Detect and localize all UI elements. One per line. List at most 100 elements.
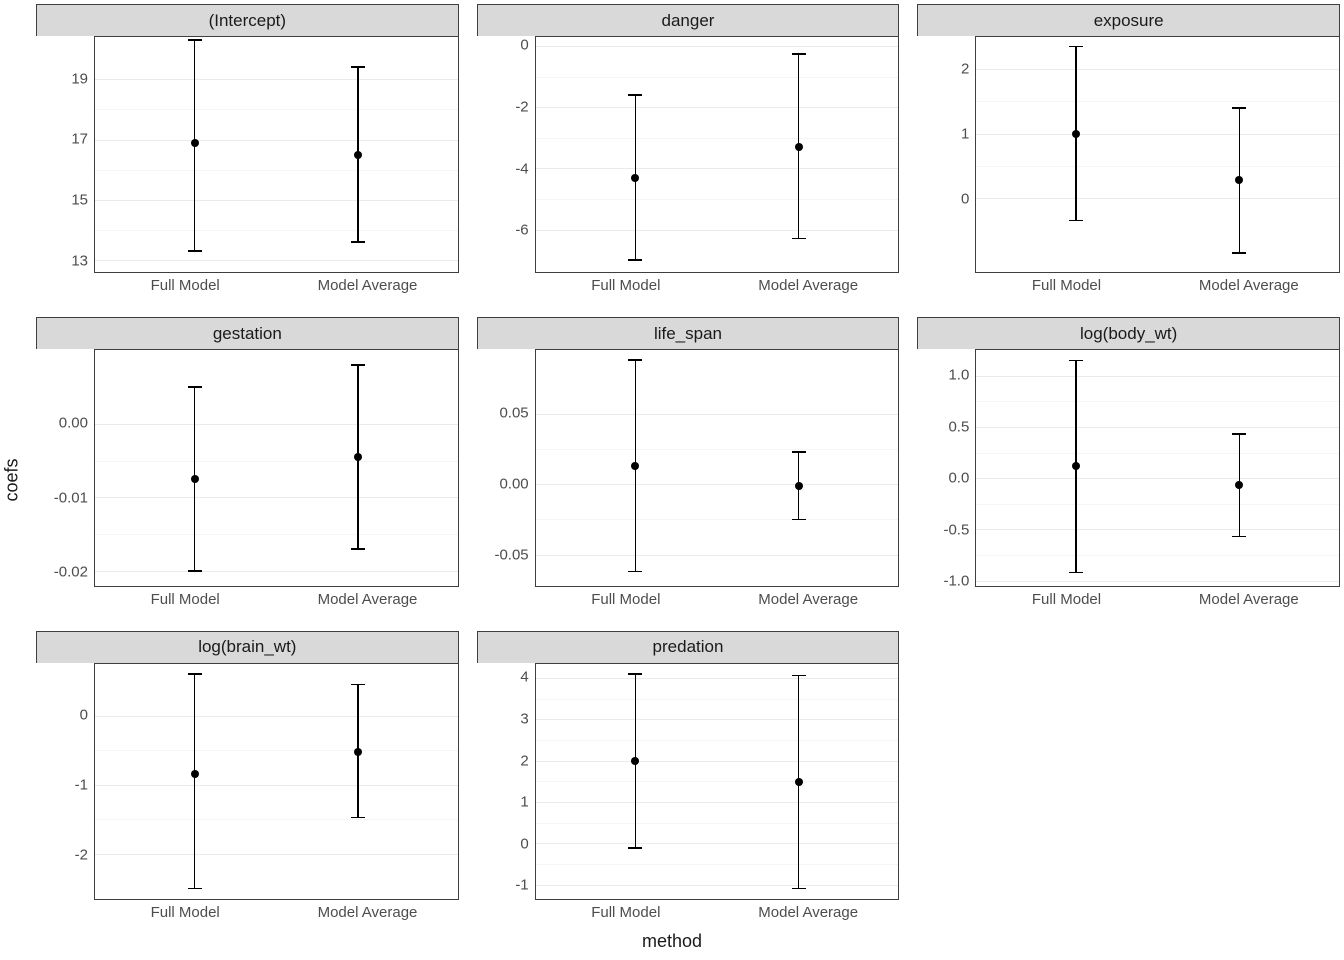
- point-estimate: [631, 174, 639, 182]
- point-estimate: [354, 748, 362, 756]
- point-estimate: [1235, 481, 1243, 489]
- error-cap: [1232, 433, 1246, 435]
- y-tick-label: -2: [75, 846, 88, 863]
- x-tick-label: Model Average: [276, 273, 458, 299]
- x-tick-label: Full Model: [94, 587, 276, 613]
- x-tick-label: Model Average: [276, 900, 458, 926]
- y-axis: -0.02 -0.01 0.00: [36, 349, 94, 586]
- error-cap: [1069, 360, 1083, 362]
- error-cap: [792, 675, 806, 677]
- point-estimate: [795, 482, 803, 490]
- error-cap: [628, 571, 642, 573]
- y-tick-label: -0.01: [54, 489, 88, 506]
- y-axis: -101234: [477, 663, 535, 900]
- facet-strip-label: log(brain_wt): [36, 631, 459, 663]
- error-cap: [792, 451, 806, 453]
- y-axis: 0 1 2: [917, 36, 975, 273]
- facet-cell: log(brain_wt)-2-10Full ModelModel Averag…: [36, 631, 459, 926]
- x-tick-label: Full Model: [535, 900, 717, 926]
- y-tick-label: 0: [520, 37, 528, 54]
- error-cap: [792, 888, 806, 890]
- error-cap: [792, 53, 806, 55]
- plot-panel: [94, 663, 459, 900]
- error-cap: [188, 570, 202, 572]
- y-tick-label: 3: [520, 710, 528, 727]
- error-cap: [188, 673, 202, 675]
- y-axis-label: coefs: [2, 458, 23, 501]
- y-tick-label: -4: [515, 160, 528, 177]
- x-tick-label: Model Average: [717, 900, 899, 926]
- error-cap: [351, 684, 365, 686]
- y-tick-label: -1: [515, 877, 528, 894]
- point-estimate: [354, 453, 362, 461]
- x-axis: Full ModelModel Average: [94, 273, 459, 299]
- y-tick-label: -0.02: [54, 563, 88, 580]
- x-axis: Full ModelModel Average: [975, 587, 1340, 613]
- x-tick-label: Full Model: [975, 273, 1157, 299]
- error-bar: [194, 674, 196, 889]
- x-tick-label: Model Average: [1158, 587, 1340, 613]
- y-tick-label: 0.5: [948, 418, 969, 435]
- x-axis: Full ModelModel Average: [94, 900, 459, 926]
- error-cap: [628, 94, 642, 96]
- facet-strip-label: danger: [477, 4, 900, 36]
- error-cap: [188, 250, 202, 252]
- y-tick-label: 0.00: [499, 476, 528, 493]
- y-tick-label: 0: [80, 707, 88, 724]
- error-cap: [792, 238, 806, 240]
- y-tick-label: 0.00: [59, 415, 88, 432]
- chart-stage: coefs (Intercept)13151719Full ModelModel…: [0, 0, 1344, 960]
- error-cap: [351, 66, 365, 68]
- y-tick-label: 2: [961, 60, 969, 77]
- y-tick-label: -2: [515, 98, 528, 115]
- facet-cell: gestation-0.02-0.010.00Full ModelModel A…: [36, 317, 459, 612]
- error-cap: [1069, 46, 1083, 48]
- x-tick-label: Full Model: [975, 587, 1157, 613]
- error-cap: [1232, 536, 1246, 538]
- error-cap: [792, 519, 806, 521]
- error-cap: [1069, 572, 1083, 574]
- x-tick-label: Model Average: [717, 587, 899, 613]
- x-axis: Full ModelModel Average: [535, 587, 900, 613]
- facet-strip-label: life_span: [477, 317, 900, 349]
- plot-panel: [94, 349, 459, 586]
- y-tick-label: 0: [520, 835, 528, 852]
- x-tick-label: Full Model: [94, 273, 276, 299]
- y-axis: -0.050.000.05: [477, 349, 535, 586]
- y-tick-label: 1: [520, 794, 528, 811]
- plot-panel: [535, 349, 900, 586]
- x-tick-label: Full Model: [94, 900, 276, 926]
- y-tick-label: 13: [71, 253, 88, 270]
- y-axis: 13151719: [36, 36, 94, 273]
- point-estimate: [631, 462, 639, 470]
- y-tick-label: 0.05: [499, 405, 528, 422]
- y-axis: -2-10: [36, 663, 94, 900]
- y-tick-label: -1.0: [943, 573, 969, 590]
- error-cap: [628, 673, 642, 675]
- x-axis-label: method: [642, 931, 702, 952]
- y-tick-label: 0.0: [948, 470, 969, 487]
- point-estimate: [1072, 130, 1080, 138]
- y-tick-label: 1: [961, 125, 969, 142]
- y-tick-label: 0: [961, 190, 969, 207]
- y-axis: -1.0-0.50.00.51.0: [917, 349, 975, 586]
- point-estimate: [191, 139, 199, 147]
- facet-strip-label: predation: [477, 631, 900, 663]
- y-tick-label: 15: [71, 192, 88, 209]
- x-tick-label: Full Model: [535, 273, 717, 299]
- x-axis: Full ModelModel Average: [975, 273, 1340, 299]
- plot-panel: [975, 349, 1340, 586]
- point-estimate: [795, 778, 803, 786]
- error-cap: [1232, 252, 1246, 254]
- error-cap: [351, 364, 365, 366]
- facet-cell: predation-101234Full ModelModel Average: [477, 631, 900, 926]
- x-tick-label: Full Model: [535, 587, 717, 613]
- facet-strip-label: exposure: [917, 4, 1340, 36]
- plot-panel: [535, 663, 900, 900]
- y-tick-label: -6: [515, 222, 528, 239]
- error-cap: [628, 259, 642, 261]
- facet-cell: log(body_wt)-1.0-0.50.00.51.0Full ModelM…: [917, 317, 1340, 612]
- facet-cell: exposure 0 1 2 Full ModelModel Average: [917, 4, 1340, 299]
- x-axis: Full ModelModel Average: [535, 900, 900, 926]
- point-estimate: [1072, 462, 1080, 470]
